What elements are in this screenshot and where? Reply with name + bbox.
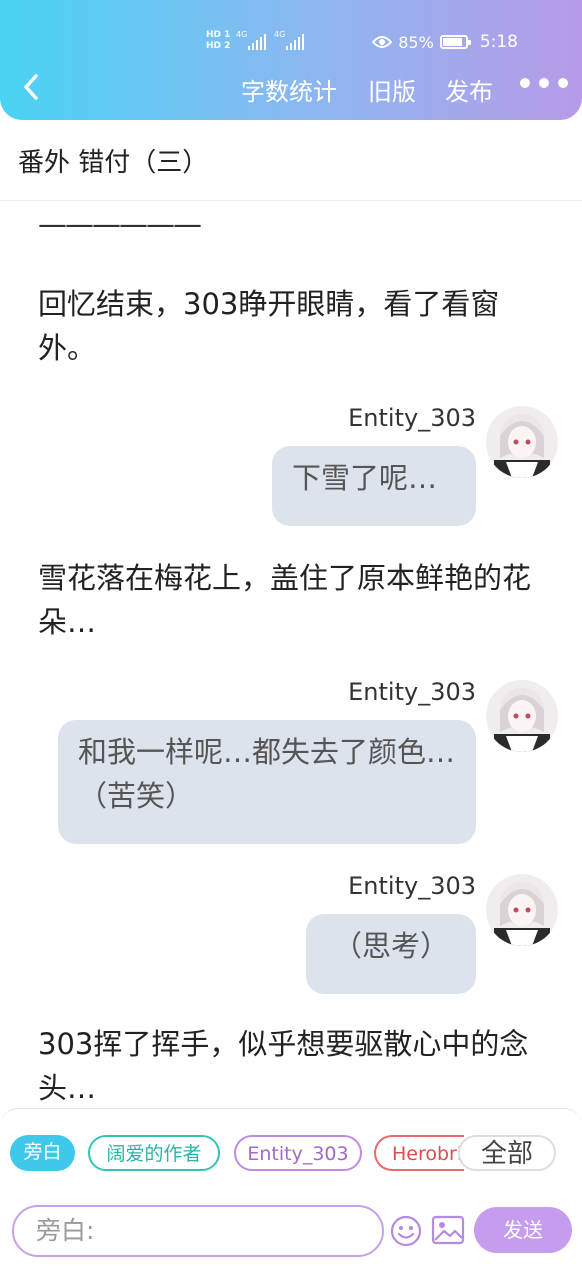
avatar[interactable] <box>486 406 558 478</box>
narration-paragraph: 303挥了挥手，似乎想要驱散心中的念头… <box>38 1027 529 1105</box>
narration-paragraph: 雪花落在梅花上，盖住了原本鲜艳的花朵… <box>38 561 532 639</box>
speaker-name: Entity_303 <box>348 872 476 900</box>
sim2-label: HD 2 <box>206 41 231 51</box>
publish-button[interactable]: 发布 <box>445 72 493 107</box>
back-arrow-icon[interactable] <box>16 70 46 104</box>
word-count-button[interactable]: 字数统计 <box>241 72 337 107</box>
eye-icon <box>372 36 393 48</box>
separator-line: —————— <box>38 207 202 241</box>
status-right: 85% 5:18 <box>372 32 518 52</box>
sim-indicator: HD 1 HD 2 <box>206 30 230 52</box>
sim1-label: HD 1 <box>206 30 231 40</box>
signal-1-icon: 4G <box>236 30 266 50</box>
speaker-name: Entity_303 <box>348 404 476 432</box>
top-bar: HD 1 HD 2 4G 4G 85% 5:18 字数统计 旧版 发布 <box>0 0 582 120</box>
avatar[interactable] <box>486 874 558 946</box>
speaker-name: Entity_303 <box>348 678 476 706</box>
battery-percent: 85% <box>398 32 434 52</box>
message-input[interactable]: 旁白: <box>12 1205 384 1257</box>
message-bubble: 下雪了呢… <box>272 446 476 526</box>
more-menu-icon[interactable] <box>520 78 568 88</box>
signal-2-icon: 4G <box>274 30 304 50</box>
image-icon[interactable] <box>431 1215 465 1245</box>
clock: 5:18 <box>479 32 518 52</box>
message-bubble: 和我一样呢…都失去了颜色…（苦笑） <box>58 720 476 844</box>
role-chip-author[interactable]: 阔爱的作者 <box>88 1135 220 1171</box>
avatar[interactable] <box>486 680 558 752</box>
chapter-title: 番外 错付（三） <box>18 148 209 178</box>
role-chip-narrator[interactable]: 旁白 <box>10 1135 75 1171</box>
old-version-button[interactable]: 旧版 <box>368 72 416 107</box>
role-chip-entity[interactable]: Entity_303 <box>234 1135 362 1171</box>
battery-icon <box>439 35 471 49</box>
title-divider <box>0 200 582 201</box>
signal-icons: 4G 4G <box>236 30 304 50</box>
narration-paragraph: 回忆结束，303睁开眼睛，看了看窗外。 <box>38 287 500 365</box>
send-button[interactable]: 发送 <box>474 1207 572 1253</box>
all-roles-button[interactable]: 全部 <box>458 1135 556 1171</box>
composer-panel: 旁白 阔爱的作者 Entity_303 Herobrine 全部 旁白: 发送 <box>0 1108 582 1281</box>
message-bubble: （思考） <box>306 914 476 994</box>
role-chip-herobrine[interactable]: Herobrine <box>374 1135 464 1171</box>
emoji-icon[interactable] <box>390 1215 422 1247</box>
net2-label: 4G <box>274 30 286 39</box>
net1-label: 4G <box>236 30 248 39</box>
status-bar: HD 1 HD 2 4G 4G 85% 5:18 <box>0 30 582 58</box>
story-content[interactable]: —————— 回忆结束，303睁开眼睛，看了看窗外。 Entity_303 下雪… <box>0 202 582 1112</box>
